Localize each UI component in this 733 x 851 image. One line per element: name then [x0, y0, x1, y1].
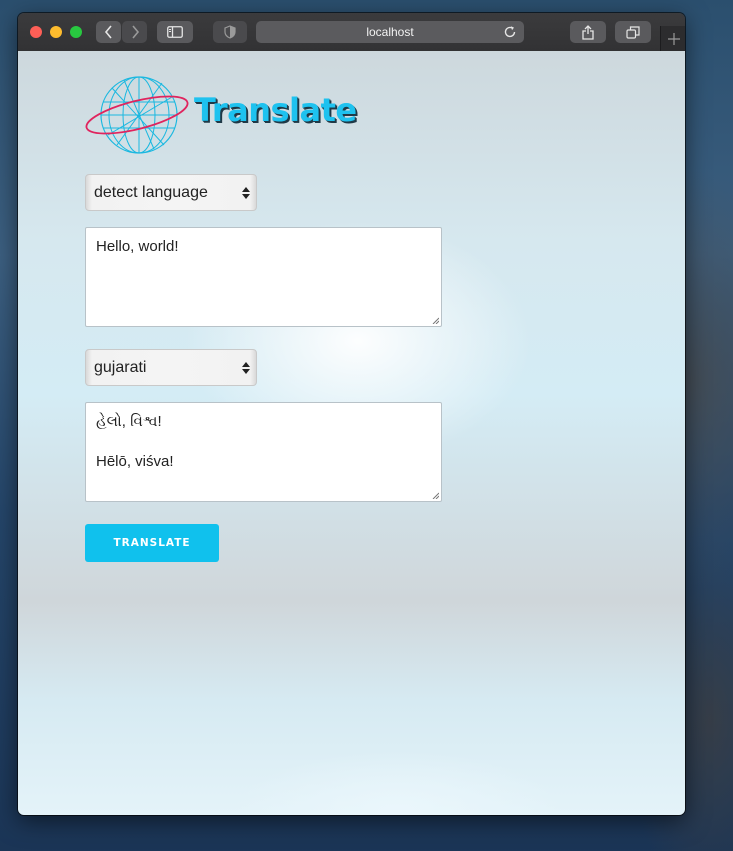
- new-tab-button[interactable]: [660, 26, 685, 51]
- translated-native-text: હેલો, વિશ્વ!: [96, 413, 162, 430]
- zoom-window-button[interactable]: [70, 26, 82, 38]
- sidebar-icon: [167, 26, 183, 38]
- browser-toolbar: localhost: [18, 13, 685, 52]
- translated-text-output[interactable]: હેલો, વિશ્વ! Hēlō, viśva!: [85, 402, 442, 502]
- address-bar[interactable]: localhost: [256, 21, 524, 43]
- privacy-shield-button[interactable]: [213, 21, 247, 43]
- chevron-right-icon: [131, 25, 139, 39]
- share-icon: [582, 24, 594, 40]
- back-button[interactable]: [96, 21, 121, 43]
- source-language-value: detect language: [94, 184, 208, 201]
- reload-icon[interactable]: [503, 25, 517, 39]
- address-url: localhost: [366, 25, 414, 39]
- target-language-value: gujarati: [94, 359, 147, 376]
- minimize-window-button[interactable]: [50, 26, 62, 38]
- select-arrows-icon: [242, 362, 250, 374]
- plus-icon: [667, 32, 680, 45]
- chevron-left-icon: [104, 25, 112, 39]
- source-text: Hello, world!: [96, 238, 179, 255]
- sidebar-toggle-button[interactable]: [157, 21, 193, 43]
- shield-icon: [224, 25, 236, 39]
- source-language-select[interactable]: detect language: [85, 174, 257, 211]
- source-text-input[interactable]: Hello, world!: [85, 227, 442, 327]
- resize-grip-icon[interactable]: [432, 492, 439, 499]
- page-content: Translate detect language Hello, world! …: [18, 51, 685, 815]
- target-language-select[interactable]: gujarati: [85, 349, 257, 386]
- close-window-button[interactable]: [30, 26, 42, 38]
- app-title: Translate: [194, 91, 357, 129]
- tabs-icon: [626, 25, 640, 39]
- forward-button[interactable]: [122, 21, 147, 43]
- tab-overview-button[interactable]: [615, 21, 651, 43]
- translated-romanized-text: Hēlō, viśva!: [96, 453, 174, 470]
- share-button[interactable]: [570, 21, 606, 43]
- browser-window: localhost Translate detect language Hell…: [18, 13, 685, 815]
- translate-button[interactable]: TRANSLATE: [85, 524, 219, 562]
- globe-logo-icon: [85, 76, 189, 154]
- resize-grip-icon[interactable]: [432, 317, 439, 324]
- select-arrows-icon: [242, 187, 250, 199]
